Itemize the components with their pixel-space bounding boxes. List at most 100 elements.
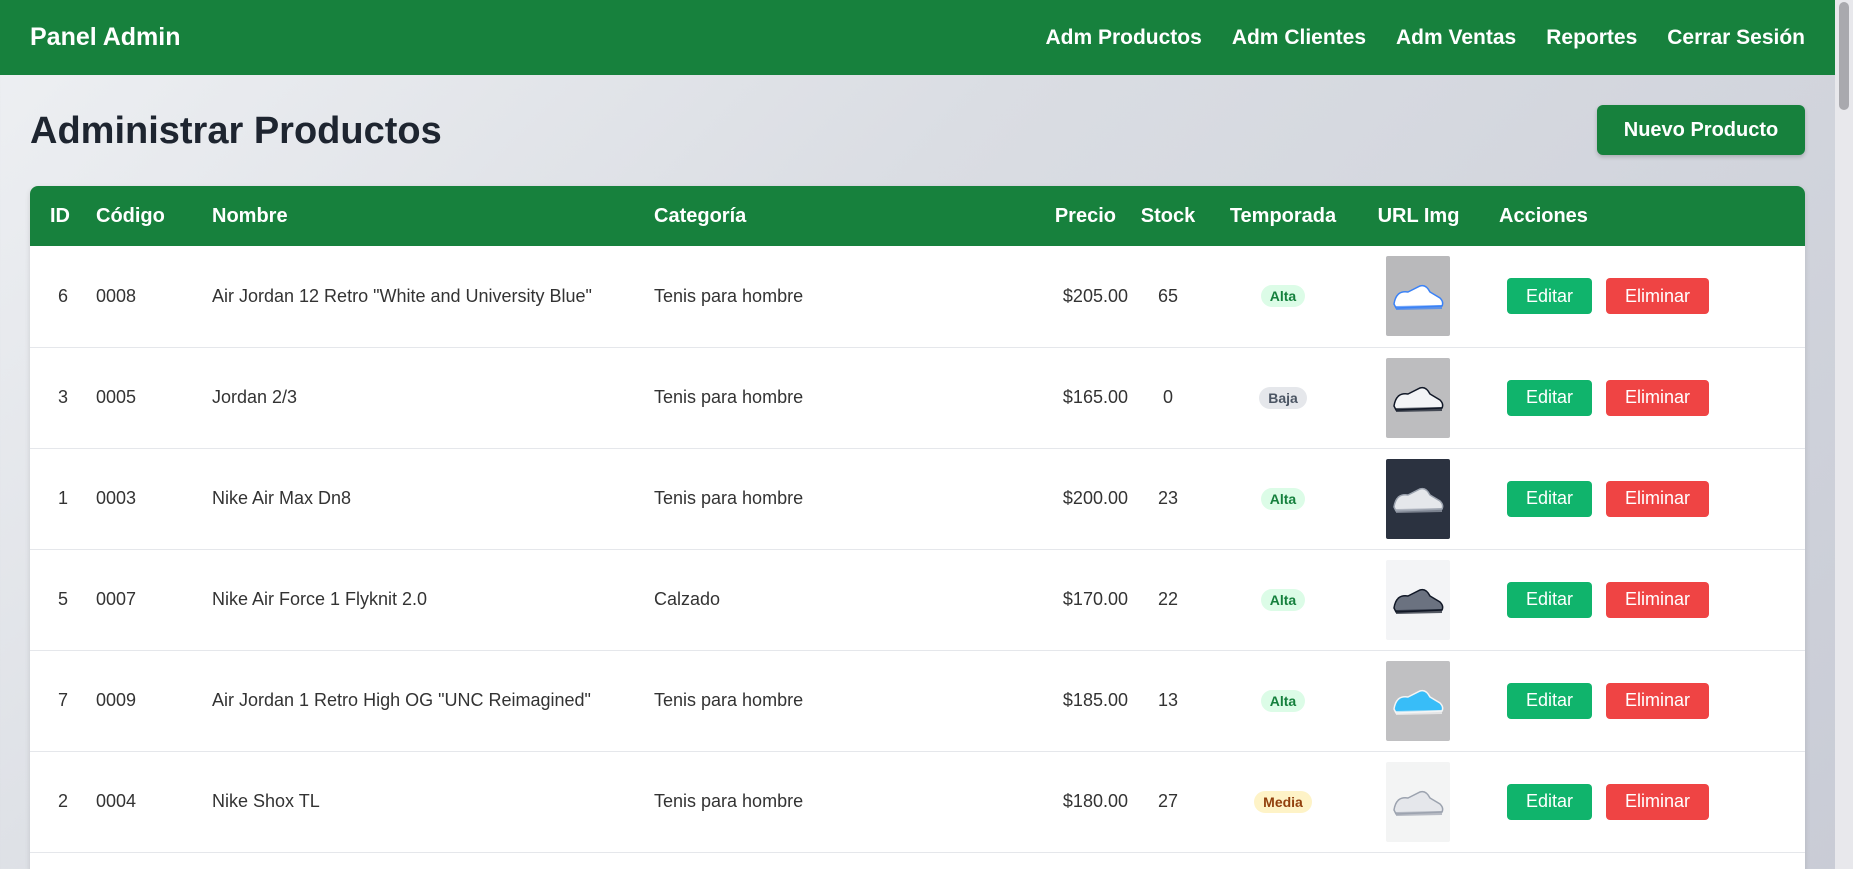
products-table: ID Código Nombre Categoría Precio Stock … (30, 186, 1805, 853)
new-product-button[interactable]: Nuevo Producto (1597, 105, 1805, 155)
table-row: 7 0009 Air Jordan 1 Retro High OG "UNC R… (30, 650, 1805, 751)
season-badge: Media (1254, 790, 1312, 813)
nav-reportes[interactable]: Reportes (1546, 26, 1637, 50)
cell-price: $185.00 (1062, 690, 1128, 710)
cell-id: 1 (57, 488, 68, 508)
cell-actions: Editar Eliminar (1479, 549, 1805, 650)
cell-code: 0003 (96, 488, 137, 508)
col-header-stock: Stock (1140, 204, 1196, 227)
nav-adm-clientes[interactable]: Adm Clientes (1232, 26, 1366, 50)
sneaker-icon (1393, 689, 1444, 715)
cell-season: Alta (1208, 448, 1358, 549)
cell-price: $170.00 (1062, 589, 1128, 609)
delete-button[interactable]: Eliminar (1606, 682, 1710, 719)
col-header-name: Nombre (212, 204, 288, 227)
table-row: 6 0008 Air Jordan 12 Retro "White and Un… (30, 246, 1805, 347)
cell-name: Nike Air Force 1 Flyknit 2.0 (212, 589, 428, 609)
table-row: 1 0003 Nike Air Max Dn8 Tenis para hombr… (30, 448, 1805, 549)
cell-image (1358, 549, 1479, 650)
cell-name: Nike Air Max Dn8 (212, 488, 352, 508)
col-header-image-url: URL Img (1377, 204, 1460, 227)
col-header-season: Temporada (1229, 204, 1337, 227)
cell-season: Baja (1208, 347, 1358, 448)
cell-season: Alta (1208, 650, 1358, 751)
delete-button[interactable]: Eliminar (1606, 278, 1710, 315)
nav-cerrar-sesion[interactable]: Cerrar Sesión (1667, 26, 1805, 50)
brand-title: Panel Admin (30, 23, 181, 51)
col-header-category: Categoría (654, 204, 747, 227)
cell-image (1358, 448, 1479, 549)
cell-id: 2 (57, 791, 68, 811)
cell-category: Tenis para hombre (654, 488, 804, 508)
cell-stock: 22 (1157, 589, 1179, 609)
cell-category: Calzado (654, 589, 721, 609)
season-badge: Alta (1260, 689, 1306, 712)
cell-stock: 27 (1157, 791, 1179, 811)
edit-button[interactable]: Editar (1507, 480, 1593, 517)
cell-actions: Editar Eliminar (1479, 650, 1805, 751)
sneaker-icon (1393, 285, 1444, 311)
col-header-id: ID (50, 204, 70, 227)
cell-name: Jordan 2/3 (212, 387, 298, 407)
sneaker-icon (1393, 588, 1444, 614)
cell-season: Media (1208, 751, 1358, 852)
cell-image (1358, 751, 1479, 852)
cell-stock: 65 (1157, 285, 1179, 306)
scrollbar-thumb[interactable] (1839, 2, 1849, 110)
cell-code: 0009 (96, 690, 137, 710)
cell-code: 0008 (96, 285, 137, 306)
sneaker-icon (1393, 790, 1444, 816)
season-badge: Alta (1260, 588, 1306, 611)
page-title: Administrar Productos (30, 110, 442, 152)
season-badge: Alta (1260, 487, 1306, 510)
edit-button[interactable]: Editar (1507, 581, 1593, 618)
edit-button[interactable]: Editar (1507, 278, 1593, 315)
product-thumbnail (1386, 660, 1450, 741)
cell-code: 0004 (96, 791, 137, 811)
cell-code: 0005 (96, 387, 137, 407)
cell-id: 3 (57, 387, 68, 407)
cell-name: Air Jordan 12 Retro "White and Universit… (212, 285, 592, 306)
edit-button[interactable]: Editar (1507, 379, 1593, 416)
nav-adm-productos[interactable]: Adm Productos (1045, 26, 1201, 50)
products-table-container: ID Código Nombre Categoría Precio Stock … (30, 186, 1805, 869)
product-thumbnail (1386, 357, 1450, 438)
cell-stock: 13 (1157, 690, 1179, 710)
delete-button[interactable]: Eliminar (1606, 581, 1710, 618)
product-thumbnail (1386, 256, 1450, 337)
product-thumbnail (1386, 458, 1450, 539)
nav-adm-ventas[interactable]: Adm Ventas (1396, 26, 1516, 50)
nav-links: Adm Productos Adm Clientes Adm Ventas Re… (1045, 26, 1805, 50)
edit-button[interactable]: Editar (1507, 783, 1593, 820)
cell-image (1358, 347, 1479, 448)
vertical-scrollbar[interactable] (1835, 0, 1853, 869)
table-row: 2 0004 Nike Shox TL Tenis para hombre $1… (30, 751, 1805, 852)
cell-code: 0007 (96, 589, 137, 609)
sneaker-icon (1393, 487, 1444, 513)
season-badge: Alta (1260, 285, 1306, 308)
cell-stock: 23 (1157, 488, 1179, 508)
delete-button[interactable]: Eliminar (1606, 783, 1710, 820)
edit-button[interactable]: Editar (1507, 682, 1593, 719)
table-row: 3 0005 Jordan 2/3 Tenis para hombre $165… (30, 347, 1805, 448)
product-thumbnail (1386, 761, 1450, 842)
cell-category: Tenis para hombre (654, 387, 804, 407)
cell-category: Tenis para hombre (654, 690, 804, 710)
cell-actions: Editar Eliminar (1479, 347, 1805, 448)
cell-name: Air Jordan 1 Retro High OG "UNC Reimagin… (212, 690, 591, 710)
col-header-code: Código (96, 204, 165, 227)
cell-category: Tenis para hombre (654, 791, 804, 811)
cell-price: $205.00 (1062, 285, 1128, 306)
sneaker-icon (1393, 386, 1444, 412)
delete-button[interactable]: Eliminar (1606, 480, 1710, 517)
col-header-price: Precio (1054, 204, 1116, 227)
cell-price: $200.00 (1062, 488, 1128, 508)
table-body: 6 0008 Air Jordan 12 Retro "White and Un… (30, 246, 1805, 852)
cell-category: Tenis para hombre (654, 285, 804, 306)
cell-id: 6 (57, 285, 68, 306)
cell-actions: Editar Eliminar (1479, 448, 1805, 549)
cell-id: 7 (57, 690, 68, 710)
season-badge: Baja (1259, 386, 1307, 409)
cell-id: 5 (57, 589, 68, 609)
delete-button[interactable]: Eliminar (1606, 379, 1710, 416)
